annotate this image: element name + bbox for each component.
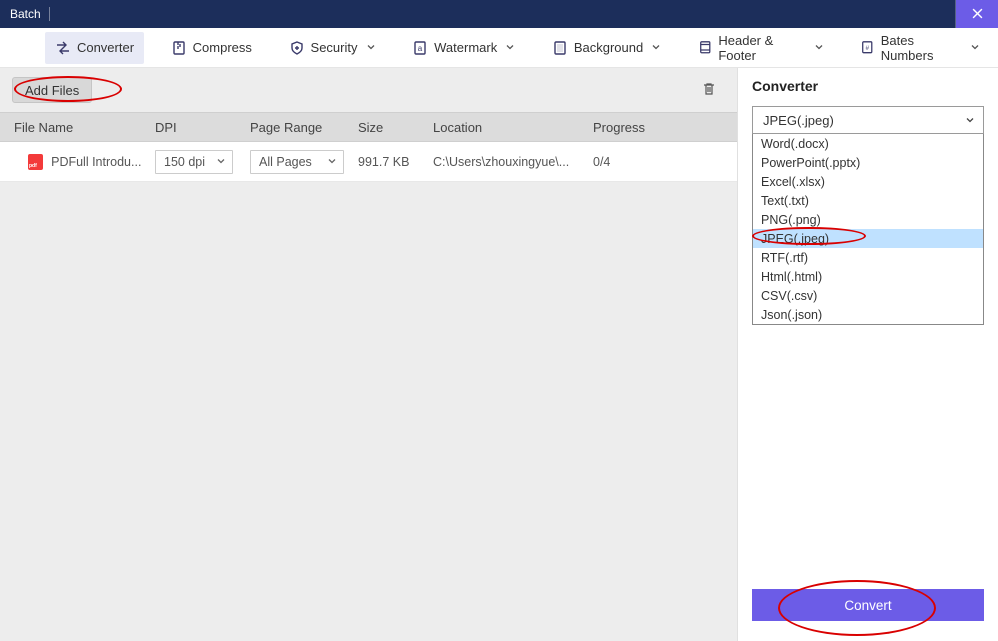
format-option[interactable]: JPEG(.jpeg) [753,229,983,248]
window-title: Batch [10,7,41,21]
toolbar-bates-numbers[interactable]: # Bates Numbers [850,32,990,64]
convert-label: Convert [844,598,891,613]
format-option[interactable]: CSV(.csv) [753,286,983,305]
trash-icon [701,81,717,100]
pdf-file-icon [28,154,43,170]
toolbar-label: Bates Numbers [881,33,962,63]
toolbar-security[interactable]: Security [279,32,386,64]
close-button[interactable] [956,0,998,28]
format-option[interactable]: Html(.html) [753,267,983,286]
toolbar-label: Security [311,40,358,55]
cell-size: 991.7 KB [358,155,433,169]
chevron-down-icon [970,40,980,55]
cell-progress: 0/4 [593,155,737,169]
toolbar-compress[interactable]: Compress [161,32,262,64]
format-option[interactable]: Excel(.xlsx) [753,172,983,191]
cell-filename: PDFull Introdu... [51,155,155,169]
converter-icon [55,40,71,56]
format-option[interactable]: Text(.txt) [753,191,983,210]
svg-text:#: # [866,45,870,52]
format-select[interactable]: JPEG(.jpeg) [752,106,984,134]
chevron-down-icon [366,40,376,55]
window-controls [955,0,998,28]
convert-button[interactable]: Convert [752,589,984,621]
dpi-select[interactable]: 150 dpi [155,150,233,174]
col-size: Size [358,120,433,135]
background-icon [552,40,568,56]
toolbar-header-footer[interactable]: Header & Footer [688,32,834,64]
security-icon [289,40,305,56]
watermark-icon: a [412,40,428,56]
toolbar-label: Watermark [434,40,497,55]
cell-location: C:\Users\zhouxingyue\... [433,155,593,169]
format-option[interactable]: PNG(.png) [753,210,983,229]
toolbar-label: Header & Footer [718,33,805,63]
svg-text:a: a [418,44,423,53]
toolbar-label: Background [574,40,643,55]
chevron-down-icon [814,40,824,55]
toolbar-label: Compress [193,40,252,55]
toolbar-converter[interactable]: Converter [45,32,144,64]
chevron-down-icon [651,40,661,55]
col-location: Location [433,120,593,135]
converter-panel: Converter JPEG(.jpeg) Word(.docx)PowerPo… [738,68,998,641]
format-option[interactable]: Json(.json) [753,305,983,324]
table-row[interactable]: PDFull Introdu... 150 dpi All Pages 991.… [0,142,737,182]
format-option[interactable]: RTF(.rtf) [753,248,983,267]
chevron-down-icon [505,40,515,55]
file-list-panel: Add Files File Name DPI Page Range Size … [0,68,738,641]
toolbar-label: Converter [77,40,134,55]
table-header: File Name DPI Page Range Size Location P… [0,112,737,142]
delete-button[interactable] [699,80,719,100]
format-selected-value: JPEG(.jpeg) [763,113,834,128]
toolbar-watermark[interactable]: a Watermark [402,32,525,64]
toolbar: Converter Compress Security a Watermark … [0,28,998,68]
header-footer-icon [698,40,713,56]
format-option[interactable]: Word(.docx) [753,134,983,153]
page-range-select[interactable]: All Pages [250,150,344,174]
add-files-label: Add Files [25,83,79,98]
chevron-down-icon [216,155,226,169]
dpi-value: 150 dpi [164,155,205,169]
toolbar-background[interactable]: Background [542,32,671,64]
col-dpi: DPI [155,120,250,135]
converter-title: Converter [752,78,984,94]
format-option[interactable]: PowerPoint(.pptx) [753,153,983,172]
title-separator [49,7,50,21]
page-range-value: All Pages [259,155,312,169]
col-page-range: Page Range [250,120,358,135]
chevron-down-icon [965,113,975,128]
close-icon [972,7,983,22]
compress-icon [171,40,187,56]
col-filename: File Name [0,120,155,135]
add-files-button[interactable]: Add Files [12,77,92,103]
col-progress: Progress [593,120,737,135]
title-bar: Batch [0,0,998,28]
chevron-down-icon [327,155,337,169]
format-options-list: Word(.docx)PowerPoint(.pptx)Excel(.xlsx)… [752,134,984,325]
bates-icon: # [860,40,875,56]
